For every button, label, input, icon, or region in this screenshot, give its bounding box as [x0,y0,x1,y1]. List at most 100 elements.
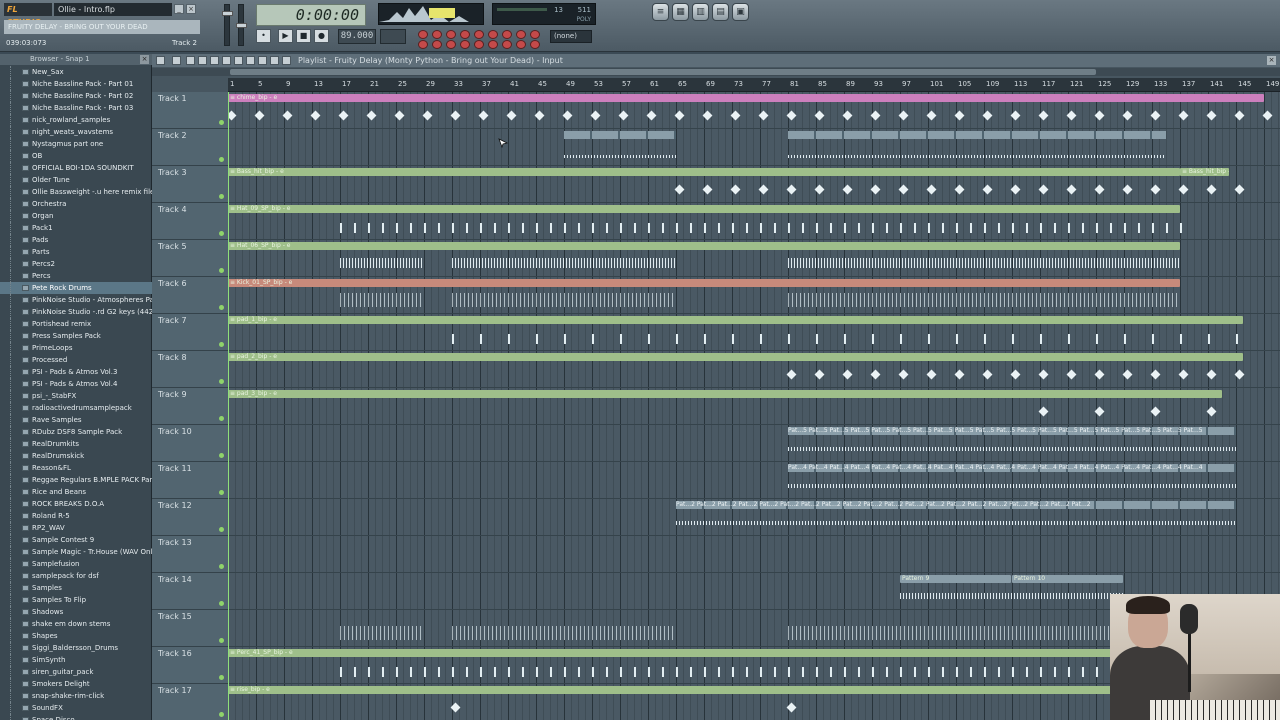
browser-item[interactable]: Samplefusion [0,558,152,570]
loop-record-icon[interactable] [460,30,470,39]
snap-icon-b9[interactable] [530,40,540,49]
browser-item[interactable]: RP2_WAV [0,522,152,534]
browser-item[interactable]: Niche Bassline Pack - Part 03 [0,102,152,114]
paint-tool-icon[interactable] [198,56,207,65]
track-mute-led[interactable] [219,638,224,643]
snap-icon-b2[interactable] [432,40,442,49]
track-mute-led[interactable] [219,490,224,495]
playlist-clip[interactable]: ≡ pad_1_bip - e [228,316,1243,324]
browser-item[interactable]: Rice and Beans [0,486,152,498]
track-header[interactable]: Track 4 [152,203,228,240]
snap-icon-b8[interactable] [516,40,526,49]
scrollbar-thumb[interactable] [230,69,1096,75]
playlist-clip[interactable]: ≡ Kick_01_SP_bip - e [228,279,1180,287]
browser-item[interactable]: psi_-_StabFX [0,390,152,402]
browser-item[interactable]: PSI - Pads & Atmos Vol.3 [0,366,152,378]
snap-icon-b1[interactable] [418,40,428,49]
track-lane[interactable]: Pat...5 Pat...5 Pat...5 Pat...5 Pat...5 … [228,425,1280,462]
pattern-number[interactable] [380,29,406,44]
pattern-clip[interactable]: Pat...2 Pat...2 Pat...2 Pat...2 Pat...2 … [676,501,1236,509]
track-mute-led[interactable] [219,157,224,162]
track-header[interactable]: Track 15 [152,610,228,647]
track-mute-led[interactable] [219,379,224,384]
browser-item[interactable]: Reggae Regulars B.MPLE PACK Part A [0,474,152,486]
playlist-menu-icon[interactable] [156,56,165,65]
browser-item[interactable]: RealDrumskick [0,450,152,462]
track-header[interactable]: Track 12 [152,499,228,536]
track-header[interactable]: Track 8 [152,351,228,388]
browser-item[interactable]: PrimeLoops [0,342,152,354]
track-lane[interactable]: ≡ pad_1_bip - e [228,314,1280,351]
play-button[interactable]: ▶ [278,29,293,43]
select-tool-icon[interactable] [246,56,255,65]
snap-icon[interactable] [282,56,291,65]
countdown-icon[interactable] [516,30,526,39]
browser-item[interactable]: Ollie Bassweight -.u here remix files [0,186,152,198]
track-mute-led[interactable] [219,231,224,236]
pattern-select[interactable]: (none) [550,30,592,43]
browser-item[interactable]: nick_rowland_samples [0,114,152,126]
browser-item[interactable]: Press Samples Pack [0,330,152,342]
multilink-icon[interactable] [530,30,540,39]
slice-tool-icon[interactable] [234,56,243,65]
pattern-clip[interactable]: Pattern 10 [1012,575,1123,583]
track-header[interactable]: Track 2 [152,129,228,166]
playlist-clip[interactable]: ≡ Perc_41_SP_bip - e [228,649,1117,657]
browser-item[interactable]: ROCK BREAKS D.O.A [0,498,152,510]
track-lane[interactable]: ≡ pad_2_bip - e [228,351,1280,388]
browser-item[interactable]: Percs2 [0,258,152,270]
browser-item[interactable]: RealDrumkits [0,438,152,450]
snap-icon-b6[interactable] [488,40,498,49]
metronome-icon[interactable] [446,30,456,39]
browser-item[interactable]: Rave Samples [0,414,152,426]
track-mute-led[interactable] [219,268,224,273]
track-lane[interactable]: ≡ chime_bip - e [228,92,1280,129]
browser-item[interactable]: Nystagmus part one [0,138,152,150]
record-mode-icon[interactable] [418,30,428,39]
piano-roll-view-button[interactable]: ▥ [692,3,709,21]
track-lane[interactable]: ≡ Hat_09_SP_bip - e [228,203,1280,240]
browser-item[interactable]: Niche Bassline Pack - Part 01 [0,78,152,90]
browser-item[interactable]: PinkNoise Studio - Atmospheres Pack [0,294,152,306]
track-lane[interactable]: ≡ pad_3_bip - e [228,388,1280,425]
track-lane[interactable]: ≡ Hat_06_SP_bip - e [228,240,1280,277]
browser-item[interactable]: Smokers Delight [0,678,152,690]
delete-tool-icon[interactable] [210,56,219,65]
browser-item[interactable]: Portishead remix [0,318,152,330]
pattern-clip[interactable]: Pat...5 Pat...5 Pat...5 Pat...5 Pat...5 … [788,427,1236,435]
browser-item[interactable]: Shapes [0,630,152,642]
track-lane[interactable] [228,129,1280,166]
typing-keyboard-icon[interactable] [488,30,498,39]
step-sequencer-view-button[interactable]: ▦ [672,3,689,21]
playlist-clip[interactable]: ≡ Hat_06_SP_bip - e [228,242,1180,250]
browser-item[interactable]: Shadows [0,606,152,618]
snap-icon-b7[interactable] [502,40,512,49]
pattern-clip[interactable]: Pattern 9 [900,575,1011,583]
browser-item[interactable]: Sample Contest 9 [0,534,152,546]
browser-view-button[interactable]: ▤ [712,3,729,21]
track-mute-led[interactable] [219,675,224,680]
browser-item[interactable]: Organ [0,210,152,222]
minimize-icon[interactable]: _ [174,4,184,14]
snap-icon-b3[interactable] [446,40,456,49]
browser-item[interactable]: Siggi_Baldersson_Drums [0,642,152,654]
playlist-clip[interactable]: ≡ rise_bip - e [228,686,1117,694]
browser-item[interactable]: Older Tune [0,174,152,186]
playlist-clip[interactable]: ≡ chime_bip - e [228,94,1264,102]
browser-item[interactable]: Sample Magic - Tr.House (WAV Only) [0,546,152,558]
track-mute-led[interactable] [219,712,224,717]
browser-item[interactable]: RDubz DSF8 Sample Pack [0,426,152,438]
step-mode-icon[interactable] [432,30,442,39]
master-volume-slider[interactable] [222,4,233,46]
playlist-clip[interactable]: ≡ Bass_hit_bip - e [228,168,1180,176]
track-mute-led[interactable] [219,342,224,347]
track-mute-led[interactable] [219,527,224,532]
snap-icon-b5[interactable] [474,40,484,49]
track-header[interactable]: Track 7 [152,314,228,351]
browser-item[interactable]: siren_guitar_pack [0,666,152,678]
browser-item[interactable]: radioactivedrumsamplepack [0,402,152,414]
close-icon[interactable]: × [186,4,196,14]
browser-item[interactable]: New_Sax [0,66,152,78]
mute-tool-icon[interactable] [222,56,231,65]
browser-item[interactable]: Pack1 [0,222,152,234]
